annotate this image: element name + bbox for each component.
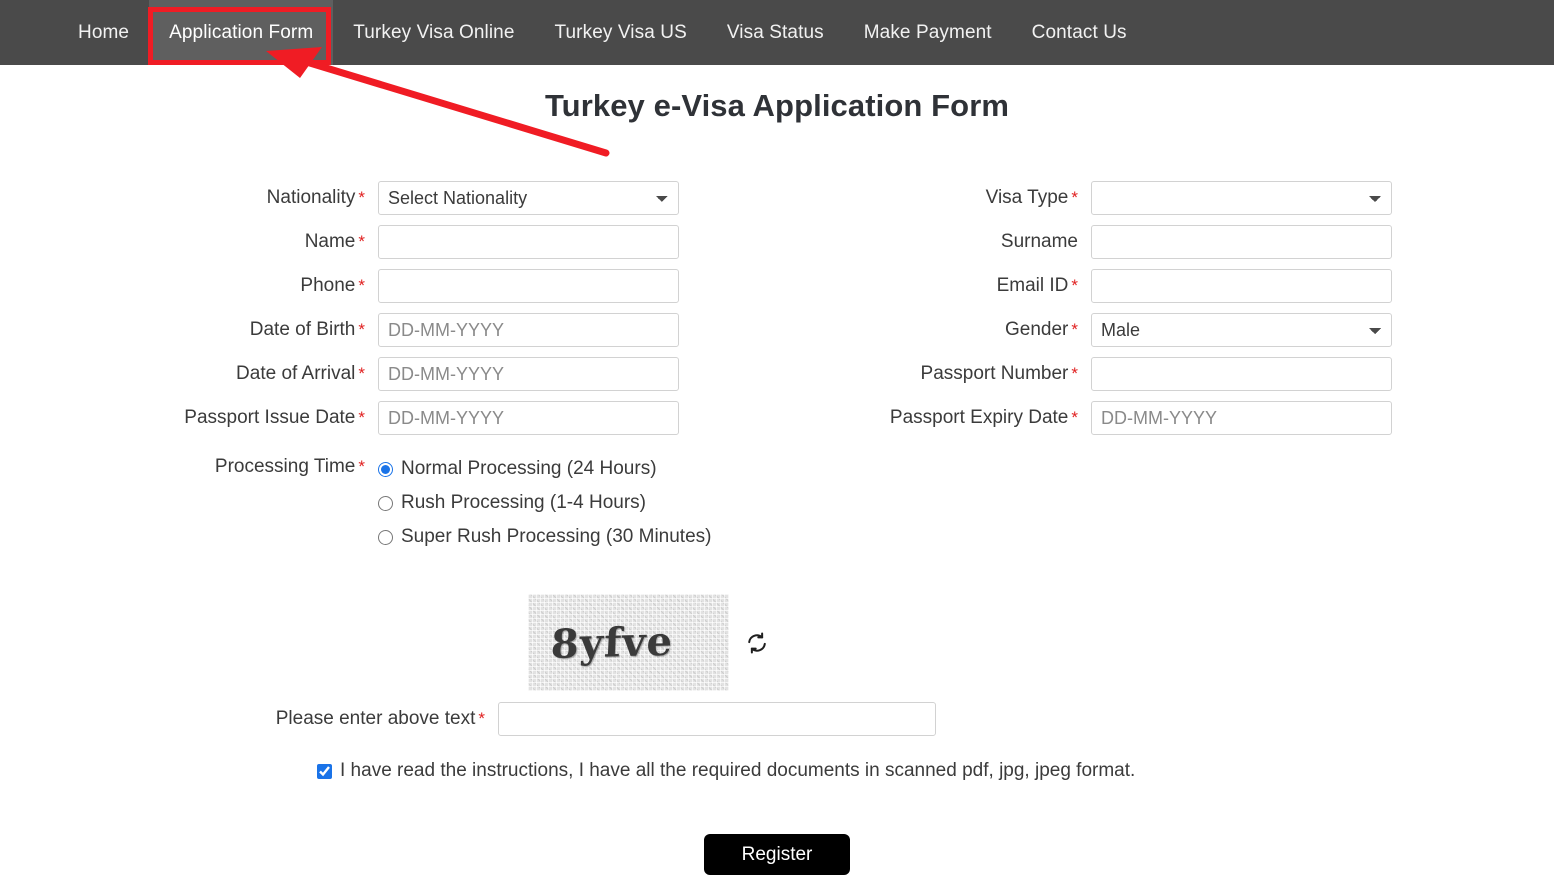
- radio-label-normal-processing[interactable]: Normal Processing (24 Hours): [401, 458, 657, 480]
- nav-item-contact-us[interactable]: Contact Us: [1012, 0, 1147, 65]
- field-row-visa-type: Visa Type *: [843, 176, 1423, 220]
- captcha-text: 8yfve: [549, 617, 674, 669]
- nav-item-turkey-visa-online[interactable]: Turkey Visa Online: [333, 0, 534, 65]
- label-gender: Gender *: [1005, 319, 1078, 340]
- label-date-of-birth: Date of Birth *: [249, 319, 365, 340]
- main-navbar: Home Application Form Turkey Visa Online…: [0, 0, 1554, 65]
- field-row-passport-number: Passport Number *: [843, 352, 1423, 396]
- label-processing-time: Processing Time *: [214, 456, 365, 477]
- radio-row-super-rush-processing: Super Rush Processing (30 Minutes): [378, 520, 711, 554]
- field-row-email-id: Email ID *: [843, 264, 1423, 308]
- required-asterisk: *: [1071, 364, 1078, 383]
- label-passport-expiry-date: Passport Expiry Date *: [889, 407, 1078, 428]
- nav-item-turkey-visa-us[interactable]: Turkey Visa US: [535, 0, 707, 65]
- label-visa-type: Visa Type *: [985, 187, 1078, 208]
- visa-type-select[interactable]: [1091, 181, 1392, 215]
- required-asterisk: *: [358, 457, 365, 476]
- date-of-birth-input[interactable]: [378, 313, 679, 347]
- name-input[interactable]: [378, 225, 679, 259]
- nav-item-label: Contact Us: [1031, 21, 1127, 43]
- email-id-input[interactable]: [1091, 269, 1392, 303]
- radio-label-super-rush-processing[interactable]: Super Rush Processing (30 Minutes): [401, 526, 711, 548]
- register-button[interactable]: Register: [703, 834, 851, 875]
- required-asterisk: *: [358, 408, 365, 427]
- passport-issue-date-input[interactable]: [378, 401, 679, 435]
- required-asterisk: *: [1071, 276, 1078, 295]
- field-row-passport-issue-date: Passport Issue Date *: [130, 396, 710, 440]
- visa-application-form: Nationality * Select Nationality Name * Ph…: [0, 176, 1554, 440]
- submit-area: Register: [0, 834, 1554, 875]
- field-row-name: Name *: [130, 220, 710, 264]
- required-asterisk: *: [358, 320, 365, 339]
- date-of-arrival-input[interactable]: [378, 357, 679, 391]
- field-row-nationality: Nationality * Select Nationality: [130, 176, 710, 220]
- nationality-select[interactable]: Select Nationality: [378, 181, 679, 215]
- radio-rush-processing[interactable]: [378, 495, 393, 511]
- required-asterisk: *: [1071, 408, 1078, 427]
- label-passport-issue-date: Passport Issue Date *: [184, 407, 365, 428]
- label-name: Name *: [304, 231, 365, 252]
- page-title: Turkey e-Visa Application Form: [544, 88, 1010, 123]
- field-row-date-of-birth: Date of Birth *: [130, 308, 710, 352]
- form-column-left: Nationality * Select Nationality Name * Ph…: [130, 176, 710, 440]
- nav-item-visa-status[interactable]: Visa Status: [707, 0, 844, 65]
- radio-row-normal-processing: Normal Processing (24 Hours): [378, 452, 711, 486]
- phone-input[interactable]: [378, 269, 679, 303]
- nav-item-label: Make Payment: [863, 21, 992, 43]
- passport-expiry-date-input[interactable]: [1091, 401, 1392, 435]
- nav-item-label: Visa Status: [726, 21, 824, 43]
- nav-item-application-form[interactable]: Application Form: [149, 0, 334, 65]
- captcha-input[interactable]: [498, 702, 936, 736]
- radio-label-rush-processing[interactable]: Rush Processing (1-4 Hours): [401, 492, 646, 514]
- nav-item-make-payment[interactable]: Make Payment: [844, 0, 1012, 65]
- required-asterisk: *: [1071, 320, 1078, 339]
- required-asterisk: *: [358, 364, 365, 383]
- required-asterisk: *: [478, 709, 485, 728]
- radio-normal-processing[interactable]: [378, 461, 393, 477]
- field-row-passport-expiry-date: Passport Expiry Date *: [843, 396, 1423, 440]
- label-phone: Phone *: [300, 275, 365, 296]
- required-asterisk: *: [358, 232, 365, 251]
- captcha-group: 8yfve: [528, 594, 769, 691]
- required-asterisk: *: [358, 188, 365, 207]
- label-email-id: Email ID *: [996, 275, 1078, 296]
- nav-item-home[interactable]: Home: [58, 0, 149, 65]
- field-row-gender: Gender * Male: [843, 308, 1423, 352]
- agree-checkbox[interactable]: [317, 763, 332, 779]
- nav-item-label: Application Form: [169, 21, 314, 43]
- nav-item-label: Turkey Visa US: [554, 21, 687, 43]
- annotation-arrow: [266, 47, 610, 157]
- required-asterisk: *: [358, 276, 365, 295]
- captcha-image: 8yfve: [528, 594, 729, 691]
- form-column-right: Visa Type* Surname Email ID* Gender*: [843, 176, 1423, 440]
- agree-label[interactable]: I have read the instructions, I have all…: [340, 760, 1135, 782]
- radio-row-rush-processing: Rush Processing (1-4 Hours): [378, 486, 711, 520]
- field-row-surname: Surname: [843, 220, 1423, 264]
- label-surname: Surname: [1000, 231, 1078, 252]
- passport-number-input[interactable]: [1091, 357, 1392, 391]
- refresh-icon[interactable]: [745, 631, 769, 655]
- agree-row: I have read the instructions, I have all…: [317, 760, 1135, 782]
- nav-item-label: Home: [78, 21, 130, 43]
- surname-input[interactable]: [1091, 225, 1392, 259]
- radio-super-rush-processing[interactable]: [378, 529, 393, 545]
- nav-item-label: Turkey Visa Online: [353, 21, 515, 43]
- field-row-date-of-arrival: Date of Arrival *: [130, 352, 710, 396]
- captcha-input-row: Please enter above text *: [130, 702, 936, 736]
- label-nationality: Nationality *: [266, 187, 365, 208]
- label-passport-number: Passport Number *: [920, 363, 1078, 384]
- required-asterisk: *: [1071, 188, 1078, 207]
- processing-time-group: Processing Time * Normal Processing (24 H…: [130, 447, 712, 554]
- gender-select[interactable]: Male: [1091, 313, 1392, 347]
- label-captcha-input: Please enter above text *: [275, 708, 485, 729]
- field-row-phone: Phone *: [130, 264, 710, 308]
- label-date-of-arrival: Date of Arrival *: [236, 363, 365, 384]
